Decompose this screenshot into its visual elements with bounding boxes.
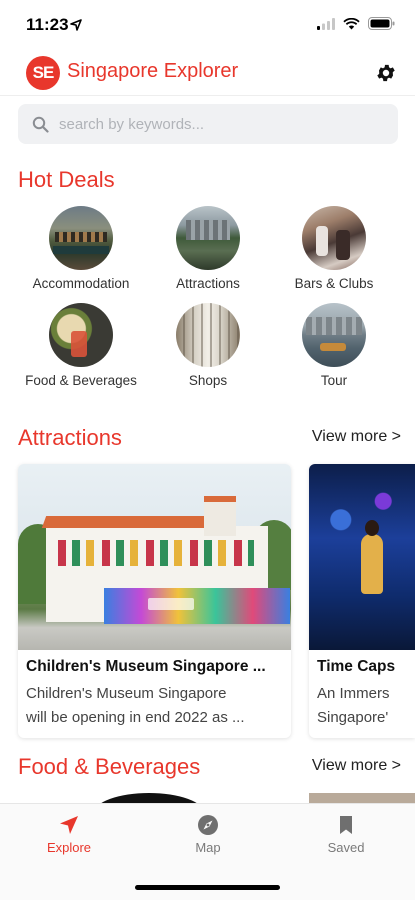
category-label: Tour [320,373,348,388]
category-image [176,303,240,367]
status-bar: 11:23 [0,0,415,50]
category-label: Bars & Clubs [294,276,374,291]
card-description: Children's Museum Singapore will be open… [26,682,284,730]
food-view-more-link[interactable]: View more > [312,757,401,775]
attractions-view-more-link[interactable]: View more > [312,428,401,446]
tab-saved[interactable]: Saved [286,814,406,855]
food-beverages-title: Food & Beverages [18,754,201,779]
home-indicator [135,885,280,890]
category-accommodation[interactable]: Accommodation [15,206,147,291]
category-image [176,206,240,270]
card-desc-line: Children's Museum Singapore [26,685,227,702]
gear-icon[interactable] [375,62,397,84]
wifi-icon [343,17,360,29]
category-food-beverages[interactable]: Food & Beverages [15,303,147,388]
category-bars-clubs[interactable]: Bars & Clubs [268,206,400,291]
category-label: Accommodation [32,276,130,291]
card-desc-line: Singapore' [317,709,389,726]
category-label: Food & Beverages [25,373,137,388]
card-image [309,464,415,650]
app-logo: SE [26,56,60,90]
category-image [302,303,366,367]
tab-map[interactable]: Map [148,814,268,855]
signal-icon [317,17,335,30]
bookmark-icon [340,816,352,834]
card-image [18,464,291,650]
app-header: SE Singapore Explorer [0,50,415,96]
tab-explore[interactable]: Explore [9,814,129,855]
tab-label: Map [195,840,221,855]
tab-label: Explore [46,840,92,855]
tab-label: Saved [327,840,365,855]
hot-deals-title: Hot Deals [18,167,115,192]
compass-icon [198,815,218,835]
category-label: Shops [188,373,228,388]
card-title: Children's Museum Singapore ... [26,658,266,675]
category-shops[interactable]: Shops [142,303,274,388]
category-attractions[interactable]: Attractions [142,206,274,291]
category-tour[interactable]: Tour [268,303,400,388]
category-label: Attractions [176,276,240,291]
battery-icon [368,17,395,30]
category-image [302,206,366,270]
app-title: Singapore Explorer [67,60,239,82]
attraction-card[interactable]: Children's Museum Singapore ... Children… [18,464,291,738]
card-description: An Immers Singapore' [317,682,415,730]
card-title: Time Caps [317,658,396,675]
search-box[interactable] [18,104,398,144]
card-desc-line: An Immers [317,685,390,702]
navigation-icon [60,816,78,834]
search-icon [32,116,49,133]
search-input[interactable] [59,115,379,133]
category-image [49,206,113,270]
category-image [49,303,113,367]
attractions-title: Attractions [18,425,122,450]
card-desc-line: will be opening in end 2022 as ... [26,709,245,726]
location-arrow-icon [70,19,82,31]
attraction-card[interactable]: Time Caps An Immers Singapore' [309,464,415,738]
status-time: 11:23 [26,15,69,34]
